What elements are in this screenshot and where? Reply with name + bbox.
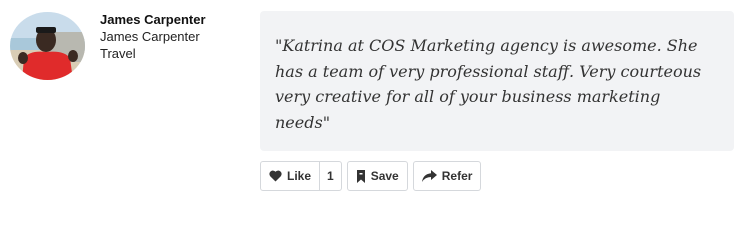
save-label: Save	[370, 169, 399, 183]
save-button[interactable]: Save	[348, 162, 407, 190]
review-actions: Like 1 Save Refer	[260, 161, 482, 191]
like-count: 1	[319, 162, 341, 190]
refer-label: Refer	[441, 169, 473, 183]
author-info: James Carpenter James Carpenter Travel	[100, 11, 230, 62]
refer-button[interactable]: Refer	[414, 162, 481, 190]
like-label: Like	[287, 169, 312, 183]
review-quote-text: "Katrina at COS Marketing agency is awes…	[275, 36, 702, 132]
like-button[interactable]: Like	[261, 162, 319, 190]
share-arrow-icon	[421, 170, 437, 182]
refer-button-group: Refer	[412, 161, 482, 191]
bookmark-icon	[356, 169, 366, 183]
heart-icon	[269, 170, 282, 182]
review-quote-box: "Katrina at COS Marketing agency is awes…	[260, 11, 734, 151]
avatar	[10, 12, 85, 80]
author-name: James Carpenter	[100, 12, 206, 27]
save-button-group: Save	[346, 161, 408, 191]
like-button-group: Like 1	[260, 161, 342, 191]
review-card: James Carpenter James Carpenter Travel "…	[0, 0, 750, 250]
avatar-photo	[10, 12, 85, 80]
author-company: James Carpenter Travel	[100, 29, 200, 61]
